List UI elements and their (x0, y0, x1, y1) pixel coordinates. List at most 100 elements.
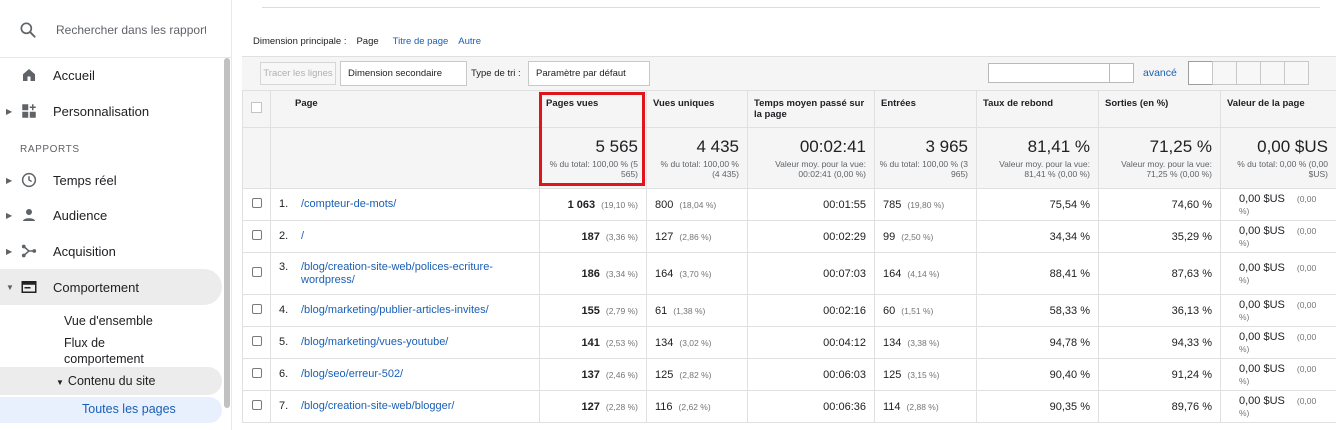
row-exits: 87,63 % (1098, 252, 1221, 295)
nav-all-pages[interactable]: Toutes les pages (82, 402, 176, 416)
plot-rows-button[interactable]: Tracer les lignes (260, 62, 336, 85)
nav-acquisition[interactable]: ▶ Acquisition (0, 233, 222, 269)
row-exits-value: 91,24 % (1171, 368, 1212, 381)
row-index: 2. (279, 230, 289, 242)
row-exits: 89,76 % (1098, 390, 1221, 423)
header-pageviews[interactable]: Pages vues (539, 90, 647, 128)
sort-type-label: Type de tri : (471, 68, 521, 79)
row-unique-value: 134 (655, 336, 674, 349)
header-bounce-rate[interactable]: Taux de rebond (976, 90, 1099, 128)
secondary-dimension-select[interactable]: Dimension secondaire (340, 61, 467, 86)
table-row[interactable]: 7. /blog/creation-site-web/blogger/ 127 (2… (242, 390, 1336, 423)
row-page-link[interactable]: / (301, 230, 516, 243)
row-checkbox[interactable] (251, 198, 262, 208)
header-unique-views[interactable]: Vues uniques (646, 90, 748, 128)
dimension-page-title-link[interactable]: Titre de page (393, 36, 449, 47)
row-index: 4. (279, 304, 289, 316)
header-page[interactable]: Page (270, 90, 540, 128)
table-row[interactable]: 3. /blog/creation-site-web/polices-ecritu… (242, 252, 1336, 295)
row-checkbox[interactable] (251, 267, 262, 277)
row-unique-pct: (3,02 %) (679, 337, 712, 348)
row-bounce: 90,40 % (976, 358, 1099, 391)
row-value: 0,00 $US (0,00 %) (1220, 326, 1336, 359)
nav-behavior[interactable]: ▼ Comportement (0, 269, 222, 305)
view-performance-button[interactable] (1236, 61, 1261, 85)
sidebar-scrollbar[interactable] (224, 58, 230, 408)
nav-customization[interactable]: ▶ Personnalisation (0, 93, 222, 129)
header-avg-time[interactable]: Temps moyen passé sur la page (747, 90, 875, 128)
nav-audience[interactable]: ▶ Audience (0, 197, 222, 233)
totals-avg-time: 00:02:41 Valeur moy. pour la vue: 00:02:4… (747, 127, 875, 189)
filter-input[interactable] (988, 63, 1110, 83)
nav-site-content[interactable]: ▼ Contenu du site (56, 374, 155, 388)
row-unique-value: 800 (655, 198, 674, 211)
row-pageviews-value: 137 (581, 368, 600, 381)
row-page-link[interactable]: /compteur-de-mots/ (301, 198, 516, 211)
row-page-link[interactable]: /blog/marketing/vues-youtube/ (301, 336, 516, 349)
row-checkbox[interactable] (251, 368, 262, 378)
row-pageviews: 127 (2,28 %) (539, 390, 647, 423)
nav-realtime-label: Temps réel (53, 172, 117, 188)
row-entrances: 164 (4,14 %) (874, 252, 977, 295)
row-entrances: 60 (1,51 %) (874, 294, 977, 327)
table-row[interactable]: 6. /blog/seo/erreur-502/ 137 (2,46 %) 125 (… (242, 358, 1336, 391)
search-input[interactable] (56, 18, 206, 42)
nav-overview[interactable]: Vue d'ensemble (64, 314, 153, 328)
row-pageviews-pct: (3,34 %) (605, 268, 638, 279)
row-avg-time-value: 00:06:03 (823, 368, 866, 381)
filter-search-button[interactable] (1110, 63, 1134, 83)
sort-type-select[interactable]: Paramètre par défaut (528, 61, 650, 86)
total-value: 0,00 $US (1257, 137, 1328, 156)
nav-behavior-flow[interactable]: Flux de comportement (64, 335, 184, 367)
nav-home[interactable]: Accueil (0, 57, 222, 93)
header-entrances[interactable]: Entrées (874, 90, 977, 128)
row-page-link[interactable]: /blog/creation-site-web/blogger/ (301, 400, 516, 413)
row-page-link[interactable]: /blog/creation-site-web/polices-ecriture… (301, 261, 516, 287)
row-index: 5. (279, 336, 289, 348)
row-checkbox[interactable] (251, 304, 262, 314)
table-row[interactable]: 5. /blog/marketing/vues-youtube/ 141 (2,53… (242, 326, 1336, 359)
row-checkbox[interactable] (251, 400, 262, 410)
table-row[interactable]: 1. /compteur-de-mots/ 1 063 (19,10 %) 800 (… (242, 188, 1336, 221)
view-pivot-button[interactable] (1284, 61, 1309, 85)
row-avg-time-value: 00:04:12 (823, 336, 866, 349)
row-index: 6. (279, 368, 289, 380)
row-bounce-value: 34,34 % (1049, 230, 1090, 243)
row-avg-time: 00:07:03 (747, 252, 875, 295)
row-page-link[interactable]: /blog/marketing/publier-articles-invites… (301, 304, 516, 317)
row-page-link[interactable]: /blog/seo/erreur-502/ (301, 368, 516, 381)
row-checkbox-cell (242, 252, 271, 295)
row-exits: 35,29 % (1098, 220, 1221, 253)
row-page-cell: 3. /blog/creation-site-web/polices-ecritu… (270, 252, 540, 295)
search-icon[interactable] (18, 20, 38, 40)
row-bounce-value: 58,33 % (1049, 304, 1090, 317)
dimension-other-link[interactable]: Autre (458, 36, 481, 47)
advanced-filter-link[interactable]: avancé (1143, 67, 1177, 79)
nav-realtime[interactable]: ▶ Temps réel (0, 162, 222, 198)
pages-table: Page Pages vues Vues uniques Temps moyen… (242, 90, 1336, 423)
view-table-button[interactable] (1188, 61, 1213, 85)
table-row[interactable]: 4. /blog/marketing/publier-articles-invit… (242, 294, 1336, 327)
row-checkbox-cell (242, 358, 271, 391)
row-entrances: 114 (2,88 %) (874, 390, 977, 423)
select-all-checkbox[interactable] (251, 102, 262, 113)
header-exits[interactable]: Sorties (en %) (1098, 90, 1221, 128)
table-row[interactable]: 2. / 187 (3,36 %) 127 (2,86 %) 00:02:29 99 (… (242, 220, 1336, 253)
nav-acquisition-label: Acquisition (53, 243, 116, 259)
row-checkbox[interactable] (251, 230, 262, 240)
behavior-icon (21, 281, 37, 293)
acquisition-icon (21, 244, 37, 258)
total-value: 5 565 (595, 137, 638, 156)
total-value: 81,41 % (1027, 137, 1090, 156)
row-checkbox[interactable] (251, 336, 262, 346)
view-comparison-button[interactable] (1260, 61, 1285, 85)
row-avg-time: 00:06:36 (747, 390, 875, 423)
row-avg-time: 00:02:16 (747, 294, 875, 327)
row-entrances-pct: (2,88 %) (906, 401, 939, 412)
row-avg-time: 00:04:12 (747, 326, 875, 359)
row-bounce: 75,54 % (976, 188, 1099, 221)
row-value-value: 0,00 $US (1239, 330, 1285, 343)
row-unique-value: 116 (655, 400, 673, 413)
header-page-value[interactable]: Valeur de la page (1220, 90, 1336, 128)
view-percentage-button[interactable] (1212, 61, 1237, 85)
